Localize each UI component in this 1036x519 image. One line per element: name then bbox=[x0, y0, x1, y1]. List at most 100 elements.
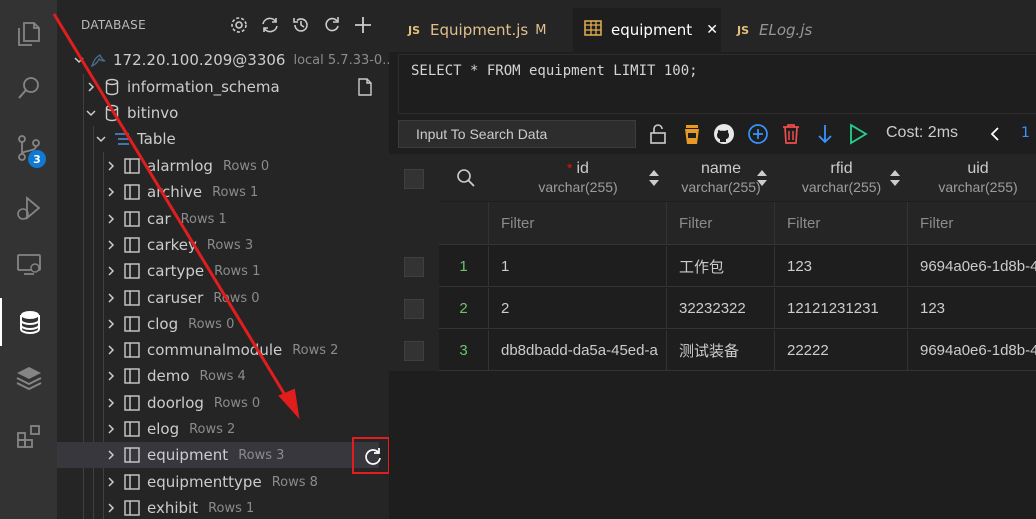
table-name: elog bbox=[147, 420, 180, 438]
add-row-icon[interactable] bbox=[746, 122, 770, 146]
table-node[interactable]: car Rows 1 bbox=[57, 206, 379, 232]
settings-icon[interactable] bbox=[228, 14, 250, 36]
chevron-left-icon[interactable] bbox=[986, 122, 1004, 146]
table-row-count: Rows 3 bbox=[238, 447, 285, 463]
tab-label: Equipment.js bbox=[430, 21, 529, 39]
search-icon[interactable] bbox=[456, 168, 476, 193]
table-icon bbox=[123, 420, 141, 438]
run-icon[interactable] bbox=[846, 122, 870, 146]
column-header-rfid[interactable]: rfid varchar(255) bbox=[775, 154, 908, 201]
sql-editor[interactable]: SELECT * FROM equipment LIMIT 100; bbox=[398, 54, 1036, 114]
grid-cell-rfid[interactable]: 12121231231 bbox=[775, 288, 908, 329]
table-icon bbox=[123, 262, 141, 280]
table-node[interactable]: cartype Rows 1 bbox=[57, 258, 379, 284]
database-node[interactable]: bitinvo bbox=[57, 100, 379, 126]
row-checkbox[interactable] bbox=[404, 257, 424, 277]
table-name: equipment bbox=[147, 446, 229, 464]
remote-explorer-icon[interactable] bbox=[0, 240, 57, 288]
sort-icon[interactable] bbox=[888, 168, 902, 188]
table-node[interactable]: equipment Rows 3 bbox=[57, 442, 379, 468]
table-node[interactable]: archive Rows 1 bbox=[57, 179, 379, 205]
table-node[interactable]: carkey Rows 3 bbox=[57, 232, 379, 258]
history-icon[interactable] bbox=[290, 14, 312, 36]
explorer-icon[interactable] bbox=[0, 10, 57, 58]
tab-elog-js[interactable]: JS ELog.js bbox=[721, 8, 841, 52]
table-row-count: Rows 2 bbox=[189, 421, 236, 437]
list-icon bbox=[113, 130, 131, 148]
table-node[interactable]: communalmodule Rows 2 bbox=[57, 337, 379, 363]
table-group-node[interactable]: Table bbox=[57, 126, 379, 152]
filter-input[interactable]: Filter bbox=[908, 202, 1036, 245]
close-icon[interactable]: ✕ bbox=[706, 22, 718, 38]
grid-cell-id[interactable]: db8dbadd-da5a-45ed-a bbox=[489, 330, 667, 371]
column-name: id bbox=[576, 160, 589, 177]
bucket-icon[interactable] bbox=[680, 122, 704, 146]
add-icon[interactable] bbox=[352, 14, 374, 36]
table-name: archive bbox=[147, 183, 203, 201]
table-node[interactable]: demo Rows 4 bbox=[57, 363, 379, 389]
tab-equipment[interactable]: equipment ✕ bbox=[573, 8, 721, 52]
tab-bar: JS Equipment.js M equipment ✕ JS ELog.js bbox=[389, 0, 1036, 52]
grid-cell-rfid[interactable]: 123 bbox=[775, 246, 908, 287]
grid-cell-uid[interactable]: 123 bbox=[908, 288, 1036, 329]
table-row-count: Rows 0 bbox=[213, 290, 260, 306]
js-file-icon: JS bbox=[408, 23, 421, 37]
run-debug-icon[interactable] bbox=[0, 184, 57, 232]
grid-cell-rfid[interactable]: 22222 bbox=[775, 330, 908, 371]
chevron-right-icon bbox=[103, 395, 119, 411]
table-name: alarmlog bbox=[147, 157, 213, 175]
database-sidebar: DATABASE 172.20.100.209@3306 local 5.7.3… bbox=[57, 0, 389, 519]
column-header-uid[interactable]: uid varchar(255) bbox=[908, 154, 1036, 201]
table-node[interactable]: equipmenttype Rows 8 bbox=[57, 469, 379, 495]
table-name: demo bbox=[147, 367, 190, 385]
grid-cell-uid[interactable]: 9694a0e6-1d8b-4 bbox=[908, 330, 1036, 371]
database-node[interactable]: information_schema bbox=[57, 74, 379, 100]
sidebar-actions bbox=[228, 14, 374, 36]
page-number[interactable]: 1 bbox=[1021, 125, 1030, 141]
extensions-icon[interactable] bbox=[0, 412, 57, 460]
github-icon[interactable] bbox=[712, 122, 736, 146]
filter-input[interactable]: Filter bbox=[775, 202, 908, 245]
grid-cell-uid[interactable]: 9694a0e6-1d8b-4 bbox=[908, 246, 1036, 287]
export-icon[interactable] bbox=[813, 122, 837, 146]
search-data-input[interactable]: Input To Search Data bbox=[398, 120, 636, 148]
delete-icon[interactable] bbox=[779, 122, 803, 146]
table-icon bbox=[584, 20, 602, 40]
column-header-id[interactable]: * id varchar(255) bbox=[489, 154, 667, 201]
table-row-count: Rows 8 bbox=[271, 474, 318, 490]
chevron-right-icon bbox=[103, 500, 119, 516]
column-type: varchar(255) bbox=[538, 179, 618, 195]
tab-equipment-js[interactable]: JS Equipment.js M bbox=[389, 8, 570, 52]
search-icon[interactable] bbox=[0, 64, 57, 112]
database-icon[interactable] bbox=[0, 298, 57, 346]
table-node[interactable]: doorlog Rows 0 bbox=[57, 390, 379, 416]
filter-input[interactable]: Filter bbox=[667, 202, 775, 245]
column-header-name[interactable]: name varchar(255) bbox=[667, 154, 775, 201]
grid-cell-name[interactable]: 32232322 bbox=[667, 288, 775, 329]
grid-cell-name[interactable]: 工作包 bbox=[667, 246, 775, 287]
database-label: bitinvo bbox=[127, 104, 179, 122]
sort-icon[interactable] bbox=[647, 168, 661, 188]
grid-cell-name[interactable]: 测试装备 bbox=[667, 330, 775, 371]
refresh-table-icon[interactable] bbox=[363, 446, 383, 470]
row-checkbox[interactable] bbox=[404, 341, 424, 361]
lock-icon[interactable] bbox=[646, 122, 670, 146]
refresh-icon[interactable] bbox=[259, 14, 281, 36]
table-node[interactable]: caruser Rows 0 bbox=[57, 285, 379, 311]
source-control-icon[interactable] bbox=[0, 124, 57, 172]
sort-icon[interactable] bbox=[755, 168, 769, 188]
database-icon bbox=[103, 104, 121, 122]
reload-icon[interactable] bbox=[321, 14, 343, 36]
grid-cell-id[interactable]: 2 bbox=[489, 288, 667, 329]
table-node[interactable]: clog Rows 0 bbox=[57, 311, 379, 337]
filter-input[interactable]: Filter bbox=[489, 202, 667, 245]
table-node[interactable]: alarmlog Rows 0 bbox=[57, 153, 379, 179]
connection-node[interactable]: 172.20.100.209@3306 local 5.7.33-0... bbox=[57, 47, 389, 73]
grid-cell-id[interactable]: 1 bbox=[489, 246, 667, 287]
new-file-icon[interactable] bbox=[357, 78, 373, 100]
select-all-checkbox[interactable] bbox=[404, 169, 424, 189]
table-node[interactable]: elog Rows 2 bbox=[57, 416, 379, 442]
stack-icon[interactable] bbox=[0, 354, 57, 402]
row-checkbox[interactable] bbox=[404, 299, 424, 319]
table-node[interactable]: exhibit Rows 1 bbox=[57, 495, 379, 519]
